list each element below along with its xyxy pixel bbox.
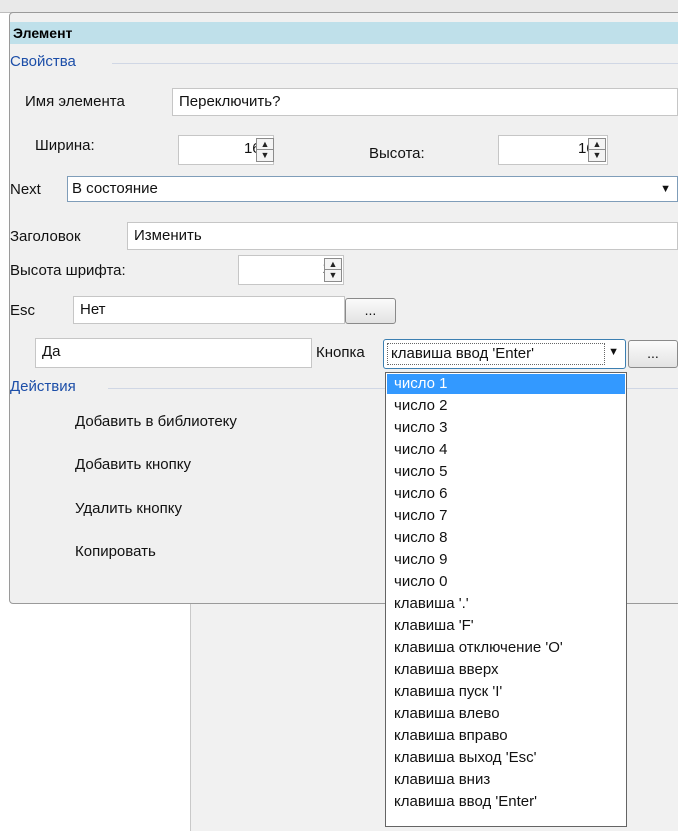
dropdown-option[interactable]: клавиша выход 'Esc' (387, 748, 625, 768)
key-browse-button[interactable]: ... (628, 340, 678, 368)
next-label: Next (10, 181, 41, 198)
spin-up-icon[interactable]: ▲ (257, 139, 273, 150)
add-button-action[interactable]: Добавить кнопку (75, 456, 191, 473)
dropdown-option[interactable]: клавиша '.' (387, 594, 625, 614)
dropdown-option[interactable]: число 1 (387, 374, 625, 394)
font-height-label: Высота шрифта: (10, 262, 126, 279)
dropdown-option[interactable]: число 2 (387, 396, 625, 416)
delete-button-action[interactable]: Удалить кнопку (75, 500, 182, 517)
dropdown-option[interactable]: число 3 (387, 418, 625, 438)
actions-group-title: Действия (10, 378, 82, 395)
font-height-spinner[interactable]: ▲ ▼ (324, 258, 342, 282)
yes-field[interactable]: Да (35, 338, 312, 368)
dropdown-option[interactable]: клавиша ввод 'Enter' (387, 792, 625, 812)
dropdown-option[interactable]: число 0 (387, 572, 625, 592)
key-dropdown-list: число 1 число 2 число 3 число 4 число 5 … (385, 372, 627, 827)
esc-browse-button[interactable]: ... (345, 298, 396, 324)
dropdown-option[interactable]: число 8 (387, 528, 625, 548)
spin-down-icon[interactable]: ▼ (589, 150, 605, 161)
spin-down-icon[interactable]: ▼ (257, 150, 273, 161)
dropdown-option[interactable]: число 9 (387, 550, 625, 570)
width-spinner[interactable]: ▲ ▼ (256, 138, 274, 162)
caption-field[interactable]: Изменить (127, 222, 678, 250)
dropdown-option[interactable]: клавиша вниз (387, 770, 625, 790)
properties-group-line (112, 63, 678, 64)
dropdown-option[interactable]: клавиша вправо (387, 726, 625, 746)
dropdown-option[interactable]: клавиша вверх (387, 660, 625, 680)
dropdown-option[interactable]: клавиша влево (387, 704, 625, 724)
next-combo-value: В состояние (72, 180, 158, 197)
dropdown-option[interactable]: число 4 (387, 440, 625, 460)
esc-field[interactable]: Нет (73, 296, 345, 324)
spin-down-icon[interactable]: ▼ (325, 270, 341, 281)
element-name-label: Имя элемента (25, 93, 125, 110)
chevron-down-icon[interactable]: ▼ (660, 177, 671, 201)
key-combo-value: клавиша ввод 'Enter' (387, 343, 605, 365)
add-to-library-action[interactable]: Добавить в библиотеку (75, 413, 237, 430)
chevron-down-icon[interactable]: ▼ (608, 346, 619, 358)
esc-label: Esc (10, 302, 36, 319)
dropdown-option[interactable]: число 5 (387, 462, 625, 482)
spin-up-icon[interactable]: ▲ (589, 139, 605, 150)
properties-group-title: Свойства (10, 53, 82, 70)
key-combo[interactable]: клавиша ввод 'Enter' ▼ (383, 339, 626, 369)
height-label: Высота: (369, 145, 425, 162)
caption-label: Заголовок (10, 228, 81, 245)
dropdown-option[interactable]: число 7 (387, 506, 625, 526)
width-label: Ширина: (35, 137, 95, 154)
height-spinner[interactable]: ▲ ▼ (588, 138, 606, 162)
copy-action[interactable]: Копировать (75, 543, 156, 560)
dropdown-option[interactable]: клавиша пуск 'I' (387, 682, 625, 702)
next-combo[interactable]: В состояние ▼ (67, 176, 678, 202)
dropdown-option[interactable]: клавиша отключение 'O' (387, 638, 625, 658)
key-label: Кнопка (316, 344, 365, 361)
element-name-field[interactable]: Переключить? (172, 88, 678, 116)
panel-title: Элемент (10, 22, 678, 44)
dropdown-option[interactable]: число 6 (387, 484, 625, 504)
dropdown-option[interactable]: клавиша 'F' (387, 616, 625, 636)
spin-up-icon[interactable]: ▲ (325, 259, 341, 270)
